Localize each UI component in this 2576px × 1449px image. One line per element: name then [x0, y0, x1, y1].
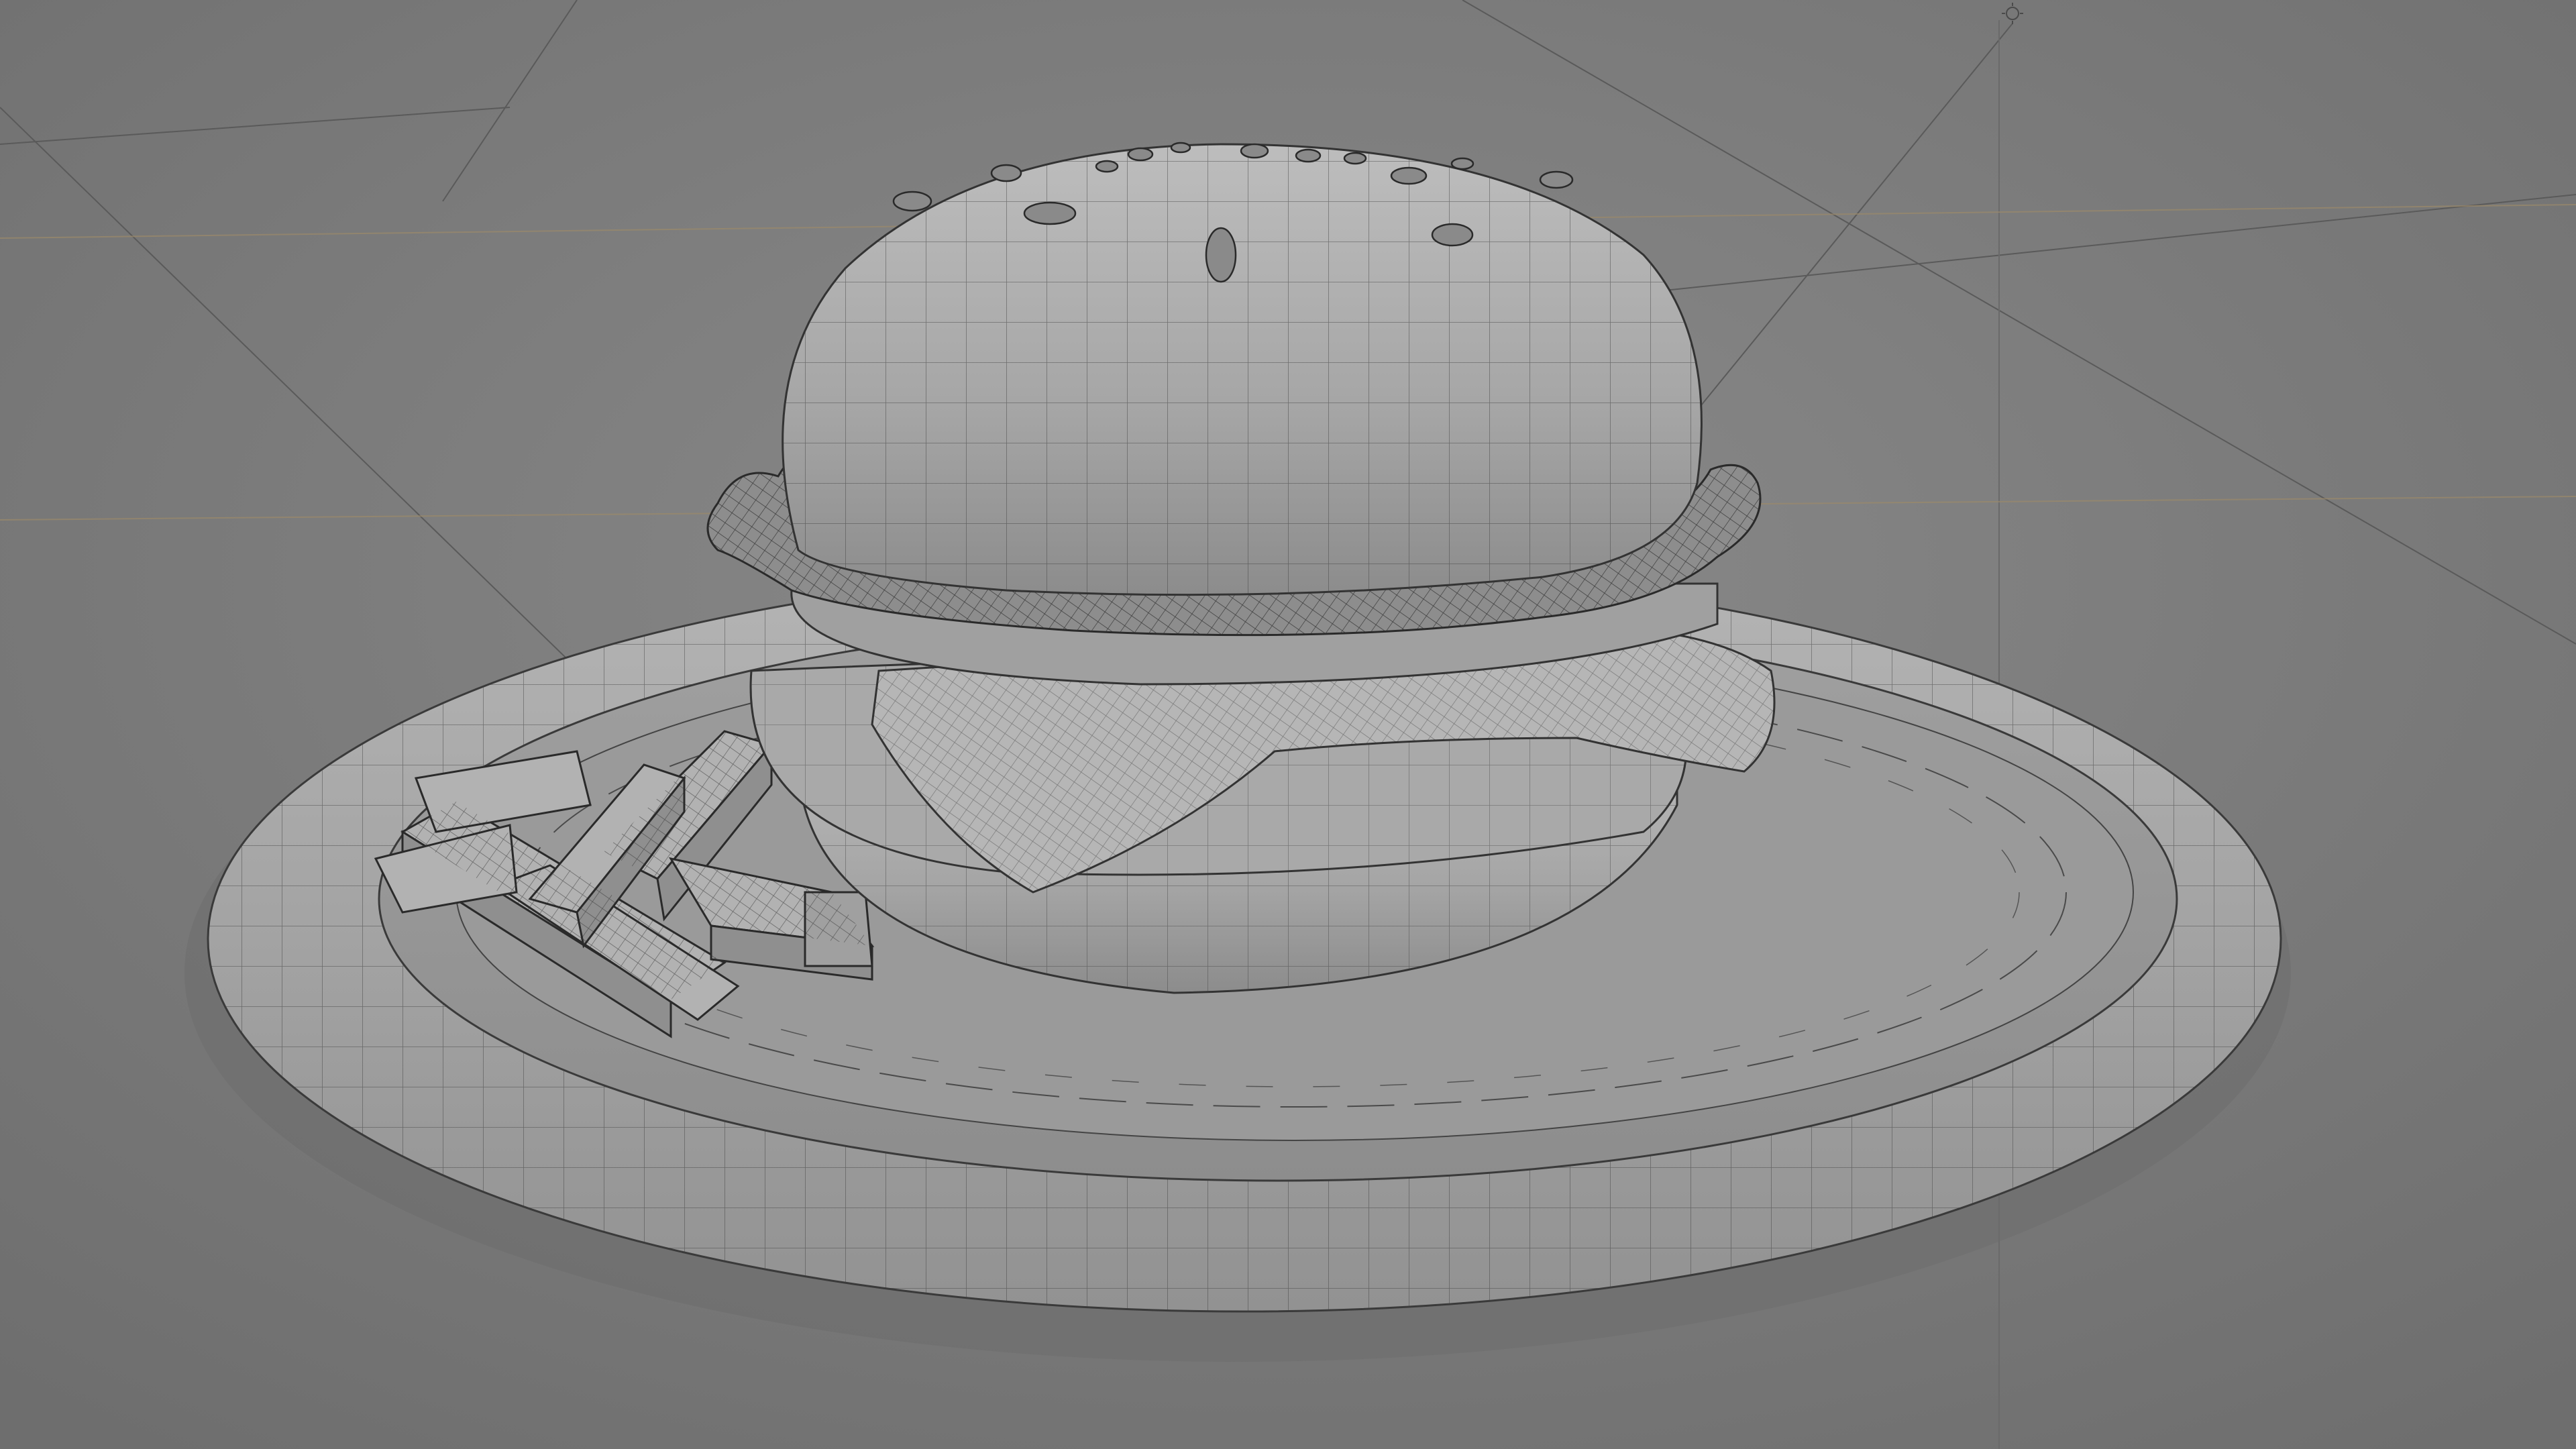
viewport-canvas[interactable]: [0, 0, 2576, 1449]
burger[interactable]: [706, 142, 1776, 994]
3d-viewport[interactable]: [0, 0, 2576, 1449]
